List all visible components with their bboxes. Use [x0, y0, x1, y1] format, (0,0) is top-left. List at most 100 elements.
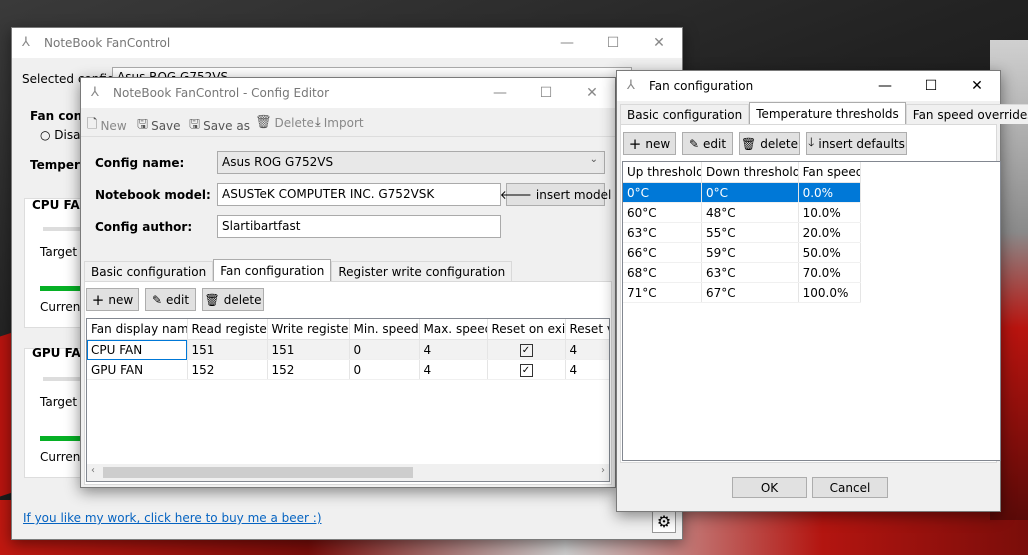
fan-speed-cell[interactable]: 20.0%	[798, 222, 862, 243]
reset-on-exit-checkbox[interactable]: ✓	[487, 339, 566, 360]
reset-on-exit-checkbox[interactable]: ✓	[487, 359, 566, 380]
fan-speed-cell[interactable]: 50.0%	[798, 242, 862, 263]
max-speed-cell[interactable]: 4	[419, 339, 488, 360]
down-threshold-cell[interactable]: 48°C	[701, 202, 799, 223]
config-name-combo[interactable]: Asus ROG G752VS ⌄	[217, 151, 605, 174]
fan-name-cell[interactable]: GPU FAN	[87, 359, 188, 380]
write-register-cell[interactable]: 151	[267, 339, 350, 360]
tab-temperature-thresholds[interactable]: Temperature thresholds	[749, 102, 906, 124]
column-header[interactable]: Reset va	[565, 319, 609, 340]
column-header[interactable]: Fan speed	[798, 162, 862, 183]
ok-button[interactable]: OK	[732, 477, 807, 498]
column-header[interactable]: Down threshold	[701, 162, 799, 183]
toolbar-delete-button[interactable]: 🗑 Delete	[255, 115, 314, 130]
fan-speed-cell[interactable]: 0.0%	[798, 182, 862, 203]
up-threshold-cell[interactable]: 63°C	[623, 222, 702, 243]
pencil-icon: ✎	[151, 292, 162, 307]
toolbar-save-as-button[interactable]: 🖫 Save as	[189, 115, 250, 137]
read-register-cell[interactable]: 152	[187, 359, 268, 380]
max-speed-cell[interactable]: 4	[419, 359, 488, 380]
table-row[interactable]: GPU FAN 152 152 0 4 ✓ 4	[87, 359, 609, 380]
table-row[interactable]: 0°C 0°C 0.0%	[623, 182, 862, 203]
insert-model-button[interactable]: 🡐 insert model	[500, 183, 611, 206]
table-row[interactable]: CPU FAN 151 151 0 4 ✓ 4	[87, 339, 609, 360]
main-titlebar[interactable]: ⅄ NoteBook FanControl — ☐ ✕	[12, 28, 682, 58]
column-header[interactable]: Fan display name	[87, 319, 188, 340]
column-header[interactable]: Write register	[267, 319, 350, 340]
minimize-button[interactable]: —	[544, 28, 590, 58]
chevron-down-icon: ⌄	[589, 154, 598, 165]
down-threshold-cell[interactable]: 63°C	[701, 262, 799, 283]
up-threshold-cell[interactable]: 71°C	[623, 282, 702, 303]
maximize-button[interactable]: ☐	[908, 71, 954, 101]
up-threshold-cell[interactable]: 60°C	[623, 202, 702, 223]
column-header[interactable]: Reset on exit	[487, 319, 566, 340]
fan-config-titlebar[interactable]: ⅄ Fan configuration — ☐ ✕	[617, 71, 1000, 101]
new-fan-button[interactable]: + new	[86, 288, 139, 311]
close-button[interactable]: ✕	[954, 71, 1000, 101]
edit-threshold-button[interactable]: ✎ edit	[682, 132, 733, 155]
maximize-button[interactable]: ☐	[523, 78, 569, 108]
min-speed-cell[interactable]: 0	[349, 359, 420, 380]
column-header[interactable]: Up threshold	[623, 162, 702, 183]
read-register-cell[interactable]: 151	[187, 339, 268, 360]
reset-value-cell[interactable]: 4	[565, 359, 609, 380]
delete-fan-button[interactable]: 🗑 delete	[202, 288, 264, 311]
fan-speed-cell[interactable]: 10.0%	[798, 202, 862, 223]
table-row[interactable]: 66°C 59°C 50.0%	[623, 242, 862, 263]
disable-radio[interactable]: ○ Disa	[40, 128, 80, 142]
down-threshold-cell[interactable]: 67°C	[701, 282, 799, 303]
toolbar-import-button[interactable]: ⤓ Import	[315, 115, 364, 130]
scroll-left-icon[interactable]: ‹	[91, 465, 95, 476]
import-icon: ⤓	[315, 115, 321, 130]
fan-speed-cell[interactable]: 70.0%	[798, 262, 862, 283]
column-header[interactable]: Read register	[187, 319, 268, 340]
temperature-thresholds-panel: + new ✎ edit 🗑 delete 🡓 insert defaults Up t…	[620, 124, 1001, 463]
minimize-button[interactable]: —	[477, 78, 523, 108]
tab-basic-configuration[interactable]: Basic configuration	[84, 261, 214, 281]
cancel-button[interactable]: Cancel	[812, 477, 888, 498]
buy-beer-link[interactable]: If you like my work, click here to buy m…	[23, 511, 322, 525]
down-threshold-cell[interactable]: 59°C	[701, 242, 799, 263]
maximize-button[interactable]: ☐	[590, 28, 636, 58]
table-row[interactable]: 60°C 48°C 10.0%	[623, 202, 862, 223]
up-threshold-cell[interactable]: 66°C	[623, 242, 702, 263]
tab-register-write-configuration[interactable]: Register write configuration	[331, 261, 513, 281]
horizontal-scrollbar[interactable]: ‹ ›	[87, 464, 609, 481]
insert-defaults-button[interactable]: 🡓 insert defaults	[806, 132, 907, 155]
minimize-button[interactable]: —	[862, 71, 908, 101]
table-row[interactable]: 71°C 67°C 100.0%	[623, 282, 862, 303]
up-threshold-cell[interactable]: 68°C	[623, 262, 702, 283]
scrollbar-thumb[interactable]	[103, 467, 413, 478]
column-header[interactable]: Max. speed	[419, 319, 488, 340]
reset-value-cell[interactable]: 4	[565, 339, 609, 360]
fan-name-cell[interactable]: CPU FAN	[87, 339, 188, 360]
toolbar-new-button[interactable]: 🗋 New	[87, 115, 127, 137]
edit-fan-button[interactable]: ✎ edit	[145, 288, 196, 311]
notebook-model-input[interactable]: ASUSTeK COMPUTER INC. G752VSK	[217, 183, 501, 206]
close-button[interactable]: ✕	[636, 28, 682, 58]
column-header[interactable]: Min. speed	[349, 319, 420, 340]
write-register-cell[interactable]: 152	[267, 359, 350, 380]
notebook-model-label: Notebook model:	[95, 188, 211, 202]
tab-fan-speed-overrides[interactable]: Fan speed overrides	[905, 104, 1028, 124]
min-speed-cell[interactable]: 0	[349, 339, 420, 360]
table-row[interactable]: 63°C 55°C 20.0%	[623, 222, 862, 243]
plus-icon: +	[628, 134, 642, 153]
down-threshold-cell[interactable]: 55°C	[701, 222, 799, 243]
close-button[interactable]: ✕	[569, 78, 615, 108]
down-threshold-cell[interactable]: 0°C	[701, 182, 799, 203]
config-editor-titlebar[interactable]: ⅄ NoteBook FanControl - Config Editor — …	[81, 78, 615, 108]
up-threshold-cell[interactable]: 0°C	[623, 182, 702, 203]
delete-threshold-button[interactable]: 🗑 delete	[739, 132, 800, 155]
config-author-input[interactable]: Slartibartfast	[217, 215, 501, 238]
tab-fan-configuration[interactable]: Fan configuration	[213, 259, 332, 281]
table-row[interactable]: 68°C 63°C 70.0%	[623, 262, 862, 283]
toolbar-save-button[interactable]: 🖫 Save	[137, 115, 181, 137]
tab-basic-configuration[interactable]: Basic configuration	[620, 104, 750, 124]
scroll-right-icon[interactable]: ›	[601, 465, 605, 476]
fan-app-icon: ⅄	[22, 35, 30, 50]
gear-icon[interactable]: ⚙	[652, 509, 676, 533]
new-threshold-button[interactable]: + new	[623, 132, 676, 155]
fan-speed-cell[interactable]: 100.0%	[798, 282, 862, 303]
